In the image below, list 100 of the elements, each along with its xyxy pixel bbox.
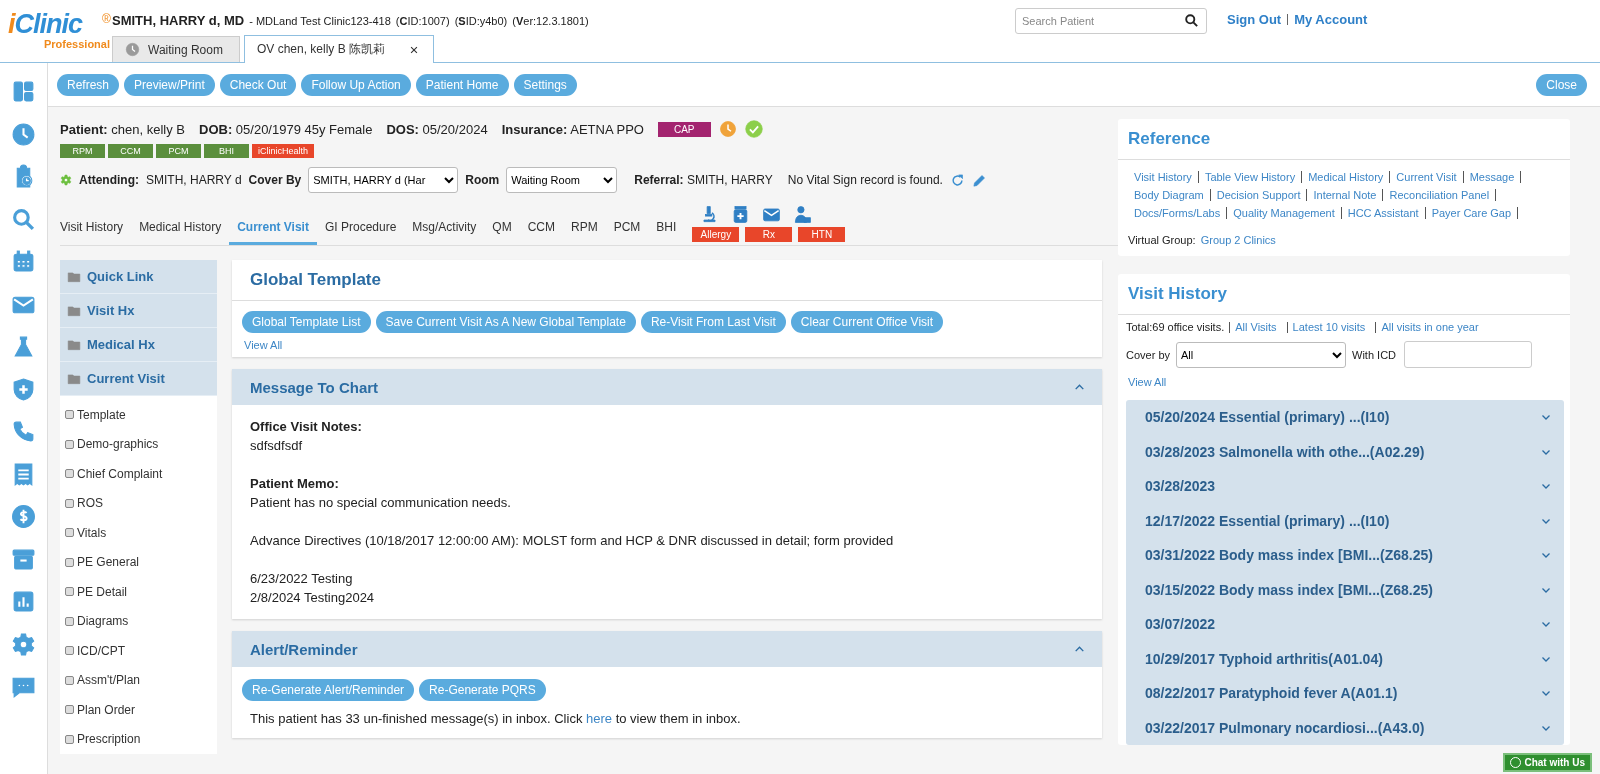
person-icon[interactable] [793,205,813,224]
regenerate-button[interactable]: Re-Generate Alert/Reminder [242,679,415,701]
view-all-link[interactable]: View All [1128,376,1167,388]
folder-item[interactable]: Quick Link [60,260,217,294]
toolbar-button[interactable]: Preview/Print [124,73,215,96]
bar-chart-icon[interactable] [11,589,36,614]
folder-item[interactable]: Current Visit [60,362,217,396]
nav-tab[interactable]: BHI [648,220,685,245]
visit-row[interactable]: 03/28/2023 Salmonella with othe...(A02.29) [1126,434,1564,469]
close-icon[interactable] [409,44,420,55]
alert-tag[interactable]: Rx [745,227,793,242]
room-select[interactable]: Waiting Room [506,167,618,193]
reference-link[interactable]: Payer Care Gap [1425,207,1519,219]
section-link[interactable]: Template [60,400,217,430]
patient-tab[interactable]: OV chen, kelly B 陈凯莉 [244,35,435,63]
reference-link[interactable]: Docs/Forms/Labs [1128,207,1228,219]
settings-icon[interactable] [11,631,36,657]
reference-link[interactable]: HCC Assistant [1341,207,1426,219]
close-button[interactable]: Close [1536,73,1587,96]
cover-by-select[interactable]: All [1176,341,1347,368]
nav-tab[interactable]: GI Procedure [316,220,405,245]
pencil-icon[interactable] [971,172,987,188]
section-link[interactable]: Diagrams [60,606,217,636]
nav-tab[interactable]: Msg/Activity [404,220,485,245]
filter-link[interactable]: Latest 10 visits [1286,321,1371,333]
visit-row[interactable]: 05/20/2024 Essential (primary) ...(I10) [1126,400,1564,435]
section-link[interactable]: PE General [60,547,217,577]
toolbar-button[interactable]: Check Out [219,73,297,96]
toolbar-button[interactable]: Patient Home [415,73,509,96]
reference-link[interactable]: Reconciliation Panel [1383,189,1497,201]
folder-item[interactable]: Medical Hx [60,328,217,362]
section-header[interactable]: Alert/Reminder [232,631,1102,667]
reference-link[interactable]: Decision Support [1210,189,1308,201]
refresh-icon[interactable] [949,172,965,188]
patient-tab[interactable]: Waiting Room [112,36,240,62]
toolbar-button[interactable]: Follow Up Action [301,73,411,96]
dashboard-icon[interactable] [11,79,36,104]
visit-row[interactable]: 03/22/2017 Pulmonary nocardiosi...(A43.0) [1126,710,1564,745]
template-button[interactable]: Re-Visit From Last Visit [640,311,786,333]
toolbar-button[interactable]: Refresh [57,73,120,96]
visit-row[interactable]: 03/31/2022 Body mass index [BMI...(Z68.25) [1126,538,1564,573]
filter-link[interactable]: All visits in one year [1375,321,1484,333]
section-link[interactable]: Assm't/Plan [60,665,217,695]
chat-button[interactable]: Chat with Us [1503,753,1592,772]
section-link[interactable]: ROS [60,488,217,518]
inbox-link[interactable]: here [586,711,613,726]
nav-tab[interactable]: CCM [519,220,563,245]
icd-field[interactable] [1404,341,1533,368]
nav-tab[interactable]: QM [484,220,520,245]
reference-link[interactable]: Visit History [1128,171,1199,183]
regenerate-button[interactable]: Re-Generate PQRS [419,679,546,701]
section-link[interactable]: Prescription [60,724,217,754]
reference-link[interactable]: Body Diagram [1128,189,1211,201]
reference-link[interactable]: Medical History [1302,171,1391,183]
section-link[interactable]: Chief Complaint [60,459,217,489]
nav-tab[interactable]: Visit History [60,220,132,245]
template-button[interactable]: Save Current Visit As A New Global Template [375,311,636,333]
calendar-icon[interactable] [11,249,36,274]
nav-tab[interactable]: Medical History [131,220,230,245]
shield-icon[interactable] [11,376,36,402]
reference-link[interactable]: Current Visit [1390,171,1464,183]
search-field[interactable]: Search Patient [1015,8,1207,34]
reference-link[interactable]: Table View History [1198,171,1303,183]
visit-row[interactable]: 10/29/2017 Typhoid arthritis(A01.04) [1126,641,1564,676]
visit-row[interactable]: 08/22/2017 Paratyphoid fever A(A01.1) [1126,676,1564,711]
folder-item[interactable]: Visit Hx [60,294,217,328]
section-link[interactable]: Vitals [60,518,217,548]
dollar-icon[interactable] [11,504,36,529]
nav-tab[interactable]: Current Visit [229,220,317,245]
template-button[interactable]: Clear Current Office Visit [790,311,944,333]
clock-icon[interactable] [11,121,36,147]
visit-row[interactable]: 03/28/2023 [1126,469,1564,504]
section-link[interactable]: Demo-graphics [60,429,217,459]
section-header[interactable]: Message To Chart [232,369,1102,405]
section-link[interactable]: Plan Order [60,695,217,725]
flask-icon[interactable] [11,334,36,359]
archive-icon[interactable] [11,546,36,572]
reference-link[interactable]: Internal Note [1307,189,1384,201]
alert-tag[interactable]: HTN [798,227,846,242]
visit-row[interactable]: 03/15/2022 Body mass index [BMI...(Z68.25) [1126,572,1564,607]
header-link[interactable]: My Account [1287,14,1374,25]
view-all-link[interactable]: View All [244,339,283,351]
mail-icon[interactable] [762,205,782,224]
phone-icon[interactable] [11,419,36,444]
alert-tag[interactable]: Allergy [692,227,740,242]
template-button[interactable]: Global Template List [242,311,371,333]
nav-tab[interactable]: PCM [605,220,649,245]
search-icon[interactable] [1184,13,1199,28]
virtual-group-link[interactable]: Group 2 Clinics [1200,234,1276,246]
header-link[interactable]: Sign Out [1221,12,1288,27]
cover-by-select[interactable]: SMITH, HARRY d (Har [308,167,459,193]
section-link[interactable]: PE Detail [60,577,217,607]
reference-link[interactable]: Message [1463,171,1522,183]
section-link[interactable]: ICD/CPT [60,636,217,666]
visit-row[interactable]: 12/17/2022 Essential (primary) ...(I10) [1126,503,1564,538]
toolbar-button[interactable]: Settings [513,73,577,96]
reference-link[interactable]: Quality Management [1227,207,1342,219]
visit-row[interactable]: 03/07/2022 [1126,607,1564,642]
filter-link[interactable]: All Visits [1229,321,1282,333]
nav-tab[interactable]: RPM [563,220,606,245]
